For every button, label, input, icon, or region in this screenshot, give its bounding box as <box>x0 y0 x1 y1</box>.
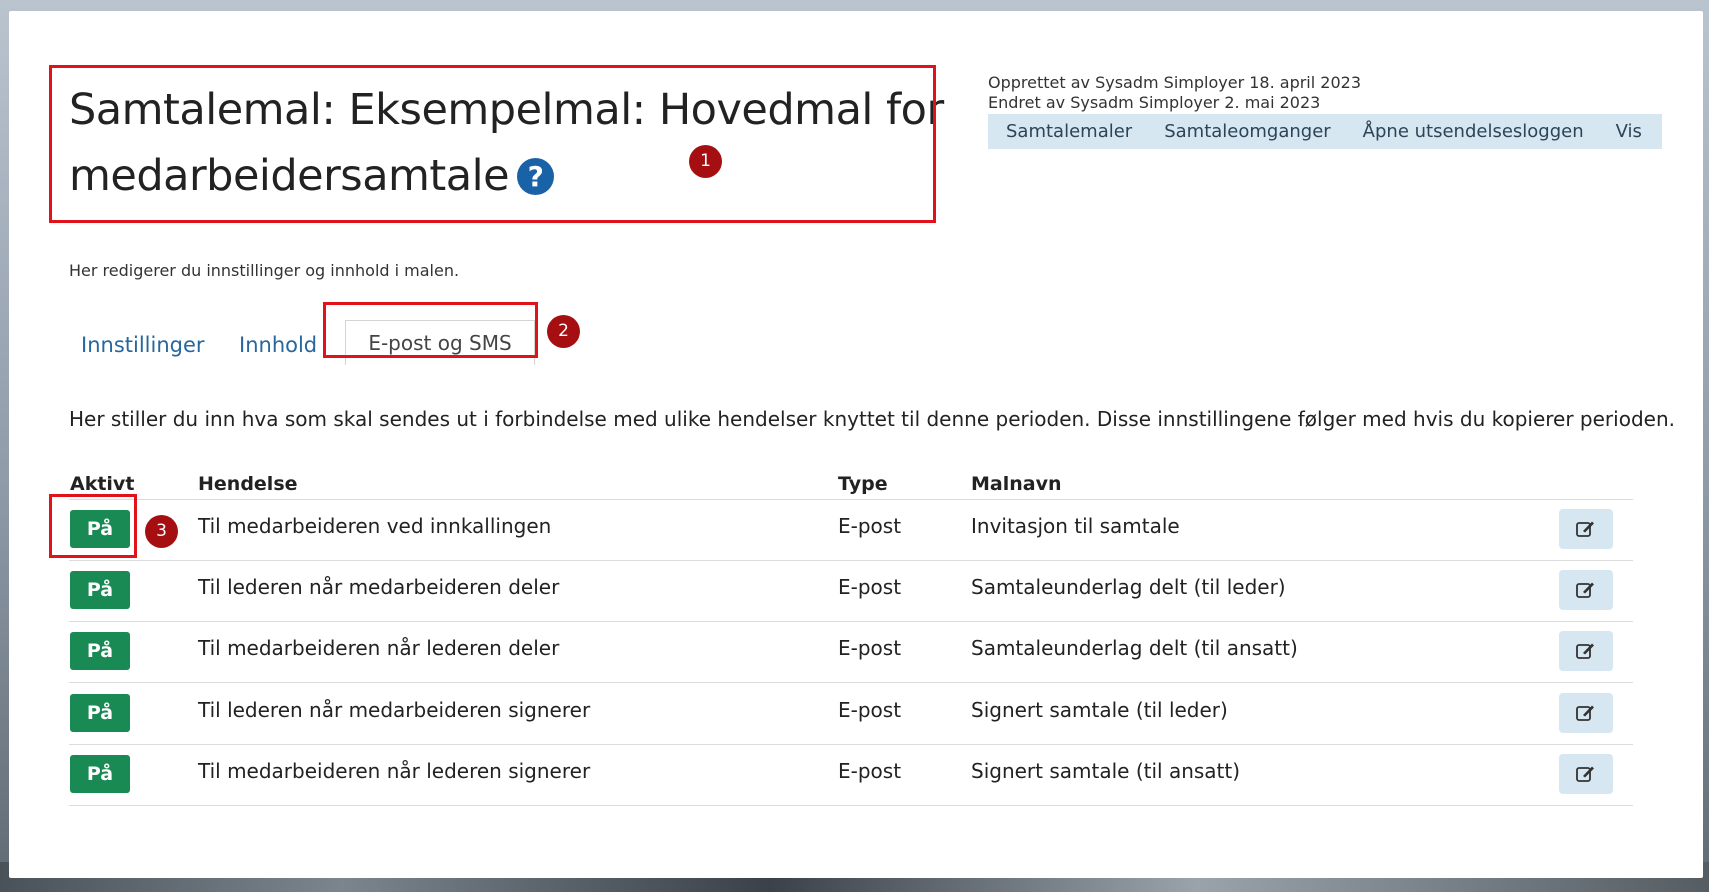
column-header-malnavn: Malnavn <box>971 473 1062 495</box>
event-cell: Til lederen når medarbeideren deler <box>198 575 560 599</box>
annotation-box-toggle <box>49 494 137 558</box>
template-cell: Signert samtale (til ansatt) <box>971 759 1241 783</box>
edit-icon <box>1576 521 1594 537</box>
modified-info: Endret av Sysadm Simployer 2. mai 2023 <box>988 93 1321 112</box>
edit-button[interactable] <box>1559 509 1613 549</box>
edit-button[interactable] <box>1559 631 1613 671</box>
tab-innstillinger[interactable]: Innstillinger <box>81 333 205 357</box>
type-cell: E-post <box>838 759 902 783</box>
template-cell: Signert samtale (til leder) <box>971 698 1228 722</box>
edit-icon <box>1576 766 1594 782</box>
toggle-active-button[interactable]: På <box>70 632 130 670</box>
template-cell: Invitasjon til samtale <box>971 514 1180 538</box>
table-divider <box>69 499 1633 500</box>
page-subtitle: Her redigerer du innstillinger og innhol… <box>69 261 460 280</box>
event-cell: Til lederen når medarbeideren signerer <box>198 698 591 722</box>
template-cell: Samtaleunderlag delt (til ansatt) <box>971 636 1298 660</box>
column-header-aktivt: Aktivt <box>70 473 135 495</box>
annotation-marker-1: 1 <box>689 145 722 178</box>
top-nav: Samtalemaler Samtaleomganger Åpne utsend… <box>988 114 1662 149</box>
annotation-box-title <box>49 65 936 223</box>
event-cell: Til medarbeideren når lederen signerer <box>198 759 591 783</box>
nav-samtalemaler[interactable]: Samtalemaler <box>988 121 1148 142</box>
column-header-hendelse: Hendelse <box>198 473 298 495</box>
type-cell: E-post <box>838 636 902 660</box>
event-cell: Til medarbeideren når lederen deler <box>198 636 560 660</box>
toggle-active-button[interactable]: På <box>70 571 130 609</box>
annotation-box-tab <box>323 302 538 358</box>
table-divider <box>69 805 1633 806</box>
nav-samtaleomganger[interactable]: Samtaleomganger <box>1148 121 1346 142</box>
created-info: Opprettet av Sysadm Simployer 18. april … <box>988 73 1361 92</box>
nav-utsendelseslogg[interactable]: Åpne utsendelsesloggen <box>1347 121 1600 142</box>
table-divider <box>69 621 1633 622</box>
type-cell: E-post <box>838 698 902 722</box>
event-cell: Til medarbeideren ved innkallingen <box>198 514 552 538</box>
nav-vis[interactable]: Vis <box>1600 121 1658 142</box>
edit-button[interactable] <box>1559 693 1613 733</box>
table-divider <box>69 560 1633 561</box>
main-panel: Samtalemal: Eksempelmal: Hovedmal for me… <box>9 11 1703 878</box>
edit-button[interactable] <box>1559 754 1613 794</box>
edit-button[interactable] <box>1559 570 1613 610</box>
meta-info: Opprettet av Sysadm Simployer 18. april … <box>988 73 1361 113</box>
tab-innhold[interactable]: Innhold <box>239 333 317 357</box>
type-cell: E-post <box>838 514 902 538</box>
intro-text: Her stiller du inn hva som skal sendes u… <box>69 407 1675 431</box>
type-cell: E-post <box>838 575 902 599</box>
column-header-type: Type <box>838 473 888 495</box>
edit-icon <box>1576 705 1594 721</box>
edit-icon <box>1576 582 1594 598</box>
annotation-marker-3: 3 <box>145 515 178 548</box>
table-divider <box>69 744 1633 745</box>
toggle-active-button[interactable]: På <box>70 755 130 793</box>
table-divider <box>69 682 1633 683</box>
toggle-active-button[interactable]: På <box>70 694 130 732</box>
template-cell: Samtaleunderlag delt (til leder) <box>971 575 1286 599</box>
edit-icon <box>1576 643 1594 659</box>
annotation-marker-2: 2 <box>547 315 580 348</box>
